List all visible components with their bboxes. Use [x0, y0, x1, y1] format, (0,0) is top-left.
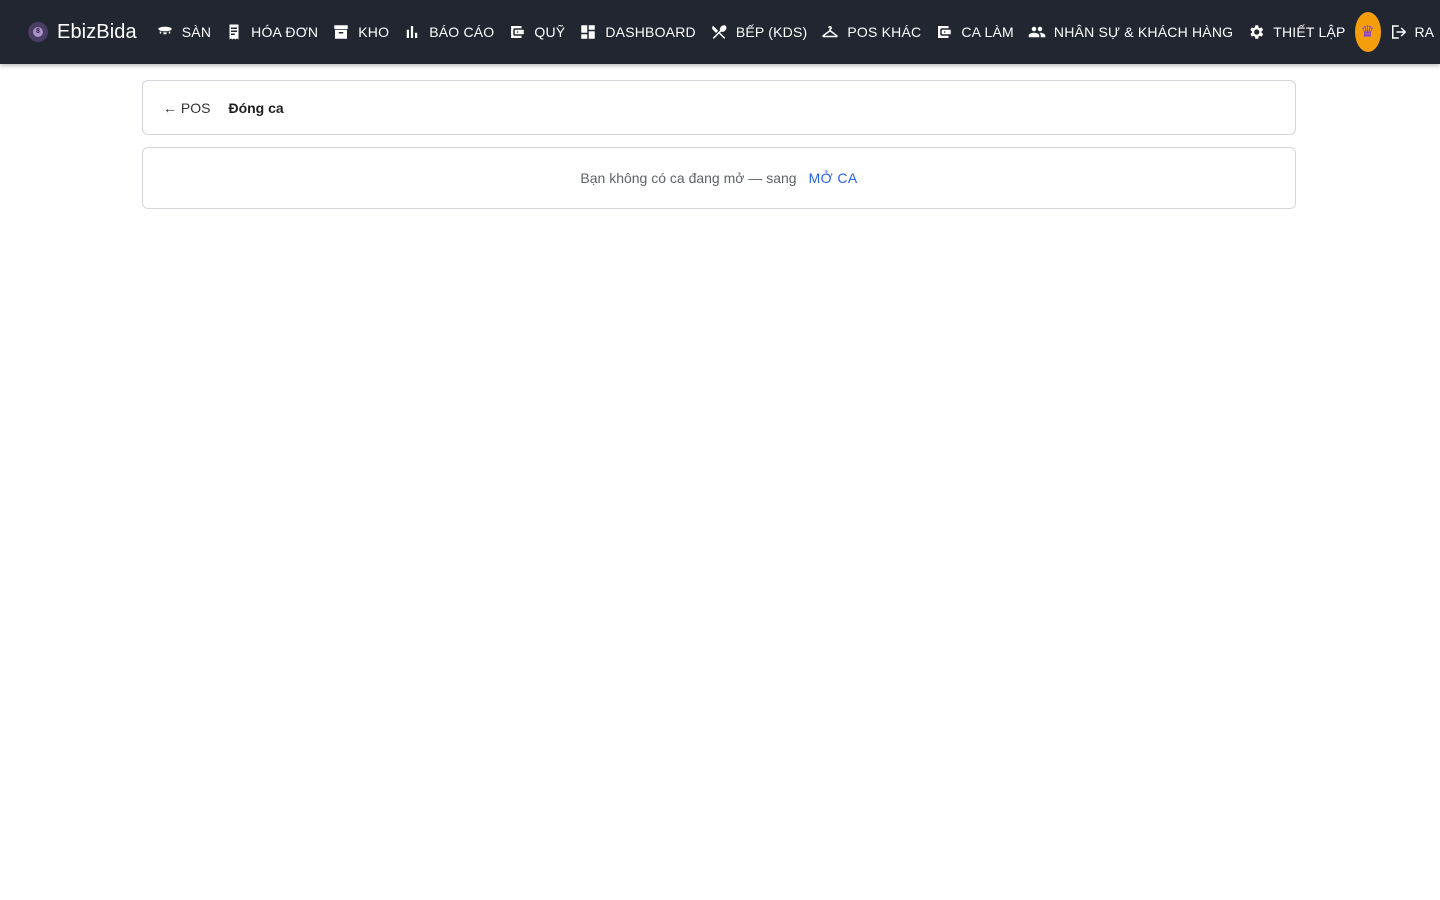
bar-chart-icon [406, 26, 418, 38]
nav-item-pos-khac[interactable]: POS KHÁC [814, 12, 928, 52]
nav-item-thiet-lap[interactable]: THIẾT LẬP [1240, 12, 1352, 52]
no-shift-message: Bạn không có ca đang mở — sang [580, 170, 797, 186]
back-to-pos-link[interactable]: ← POS [163, 100, 210, 116]
logout-button[interactable]: RA [1383, 12, 1440, 52]
cutlery-icon [711, 25, 727, 39]
hanger-icon [822, 25, 839, 38]
open-shift-button[interactable]: MỞ CA [809, 170, 858, 186]
table-icon [158, 26, 172, 35]
crown-icon: ♛ [1360, 24, 1375, 41]
nav-item-bao-cao[interactable]: BÁO CÁO [396, 12, 501, 52]
nav-label: BÁO CÁO [429, 24, 495, 40]
receipt-icon [229, 24, 239, 40]
no-shift-card: Bạn không có ca đang mở — sang MỞ CA [142, 147, 1296, 209]
nav-item-bep-kds[interactable]: BẾP (KDS) [703, 12, 815, 52]
top-navbar: 8 EbizBida SÀN HÓA ĐƠN KHO BÁO CÁO QUỸ D… [0, 0, 1440, 64]
page-title: Đóng ca [228, 99, 284, 116]
nav-label: QUỸ [534, 24, 566, 40]
gear-icon [1250, 25, 1264, 39]
nav-item-nhan-su[interactable]: NHÂN SỰ & KHÁCH HÀNG [1021, 12, 1240, 52]
people-icon [1028, 26, 1046, 38]
brand-name: EbizBida [57, 20, 137, 43]
nav-item-dashboard[interactable]: DASHBOARD [572, 12, 702, 52]
nav-label: KHO [358, 24, 390, 40]
nav-item-hoa-don[interactable]: HÓA ĐƠN [218, 12, 325, 52]
wallet-icon [511, 26, 525, 38]
nav-label: DASHBOARD [605, 24, 696, 40]
nav-label: SÀN [181, 24, 212, 40]
nav-item-ca-lam[interactable]: CA LÀM [928, 12, 1021, 52]
nav-item-kho[interactable]: KHO [325, 12, 396, 52]
logout-icon [1391, 25, 1406, 39]
archive-icon [334, 25, 348, 39]
nav-label: HÓA ĐƠN [251, 24, 319, 40]
nav-label: CA LÀM [961, 24, 1014, 40]
brand[interactable]: 8 EbizBida [28, 0, 137, 64]
nav-label: POS KHÁC [847, 24, 922, 40]
nav-item-quy[interactable]: QUỸ [501, 12, 572, 52]
logout-label: RA [1414, 24, 1434, 40]
billiard-ball-icon: 8 [28, 22, 48, 42]
dashboard-icon [581, 25, 596, 39]
avatar[interactable]: ♛ [1354, 12, 1381, 52]
main-nav: SÀN HÓA ĐƠN KHO BÁO CÁO QUỸ DASHBOARD BẾ… [149, 0, 1353, 64]
nav-label: NHÂN SỰ & KHÁCH HÀNG [1053, 24, 1234, 40]
page-header-card: ← POS Đóng ca [142, 80, 1296, 135]
nav-item-san[interactable]: SÀN [149, 12, 218, 52]
wallet-icon [938, 26, 952, 38]
nav-label: BẾP (KDS) [735, 24, 808, 40]
nav-label: THIẾT LẬP [1273, 24, 1346, 40]
